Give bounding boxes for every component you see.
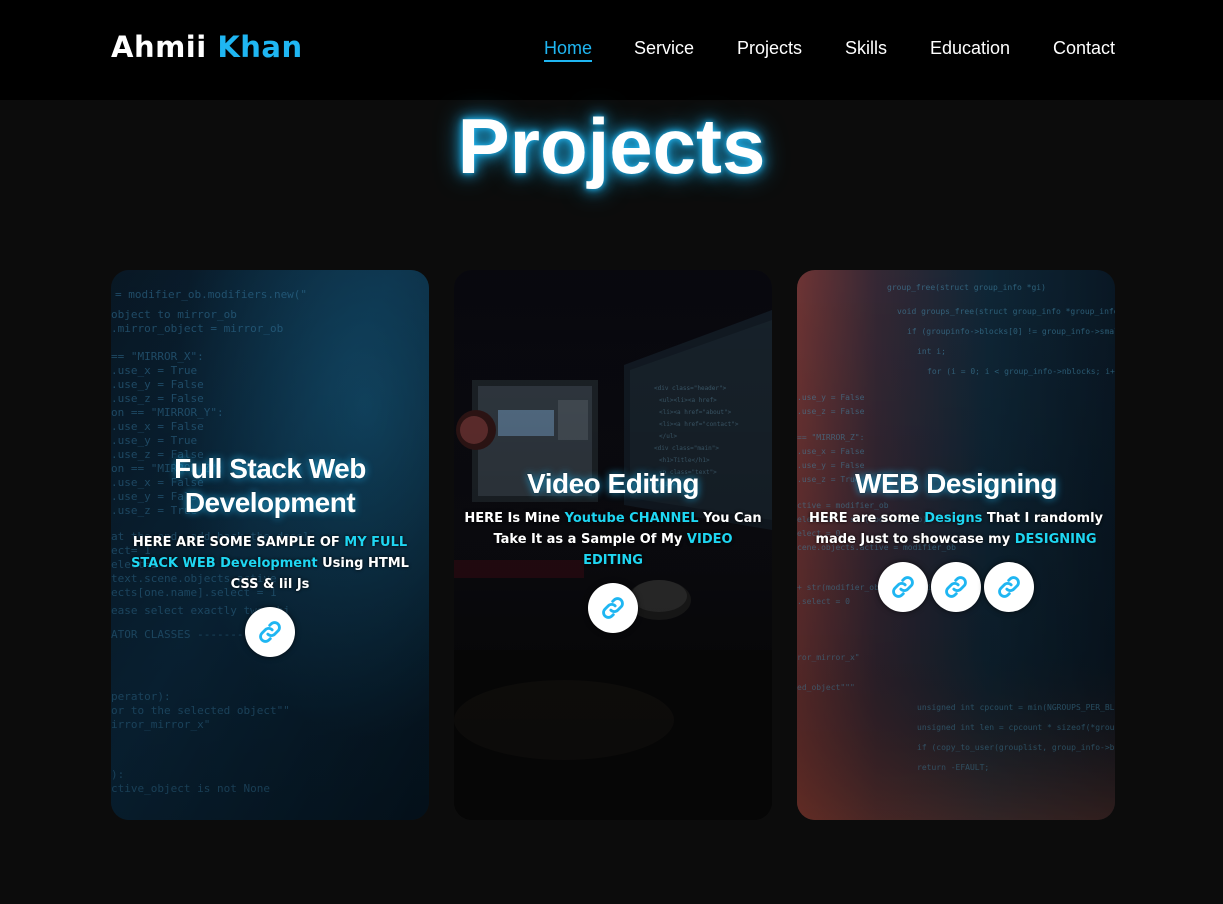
card-links bbox=[797, 562, 1115, 612]
project-link-button[interactable] bbox=[245, 607, 295, 657]
card-title: WEB Designing bbox=[855, 468, 1057, 499]
card-content: WEB Designing HERE are some Designs That… bbox=[797, 467, 1115, 612]
nav-home[interactable]: Home bbox=[544, 38, 593, 62]
project-link-button[interactable] bbox=[878, 562, 928, 612]
nav-service[interactable]: Service bbox=[634, 38, 694, 59]
project-card-video: <div class="header"> <ul><li><a href> <l… bbox=[454, 270, 772, 820]
link-icon bbox=[945, 576, 967, 598]
desc-text: HERE ARE SOME SAMPLE OF bbox=[132, 535, 345, 550]
desc-highlight: Designs bbox=[924, 511, 983, 526]
link-icon bbox=[892, 576, 914, 598]
desc-text: HERE Is Mine bbox=[464, 511, 565, 526]
project-link-button[interactable] bbox=[588, 583, 638, 633]
card-description: HERE Is Mine Youtube CHANNEL You Can Tak… bbox=[462, 508, 764, 571]
nav-education[interactable]: Education bbox=[930, 38, 1010, 59]
card-content: Video Editing HERE Is Mine Youtube CHANN… bbox=[454, 467, 772, 633]
card-description: HERE ARE SOME SAMPLE OF MY FULL STACK WE… bbox=[119, 532, 421, 595]
project-link-button[interactable] bbox=[984, 562, 1034, 612]
nav-skills[interactable]: Skills bbox=[845, 38, 887, 59]
nav-projects[interactable]: Projects bbox=[737, 38, 802, 59]
link-icon bbox=[602, 597, 624, 619]
main-nav: Home Service Projects Skills Education C… bbox=[0, 38, 1223, 68]
card-title-line: Development bbox=[184, 487, 356, 518]
link-icon bbox=[259, 621, 281, 643]
page: Ahmii Khan Home Service Projects Skills … bbox=[0, 0, 1223, 904]
nav-contact[interactable]: Contact bbox=[1053, 38, 1115, 59]
project-link-button[interactable] bbox=[931, 562, 981, 612]
navbar: Ahmii Khan Home Service Projects Skills … bbox=[0, 0, 1223, 100]
card-content: Full Stack Web Development HERE ARE SOME… bbox=[111, 452, 429, 657]
project-card-webdesign: group_free(struct group_info *gi) void g… bbox=[797, 270, 1115, 820]
desc-highlight: Youtube CHANNEL bbox=[564, 511, 699, 526]
card-title: Video Editing bbox=[527, 468, 699, 499]
desc-highlight: DESIGNING bbox=[1014, 532, 1097, 547]
desc-text: HERE are some bbox=[808, 511, 925, 526]
card-links bbox=[111, 607, 429, 657]
section-title: Projects bbox=[457, 102, 766, 190]
card-description: HERE are some Designs That I randomly ma… bbox=[805, 508, 1107, 550]
card-title-line: Full Stack Web bbox=[174, 453, 366, 484]
link-icon bbox=[998, 576, 1020, 598]
card-title: Full Stack Web Development bbox=[111, 452, 429, 520]
card-links bbox=[454, 583, 772, 633]
project-card-fullstack: = modifier_ob.modifiers.new(" object to … bbox=[111, 270, 429, 820]
